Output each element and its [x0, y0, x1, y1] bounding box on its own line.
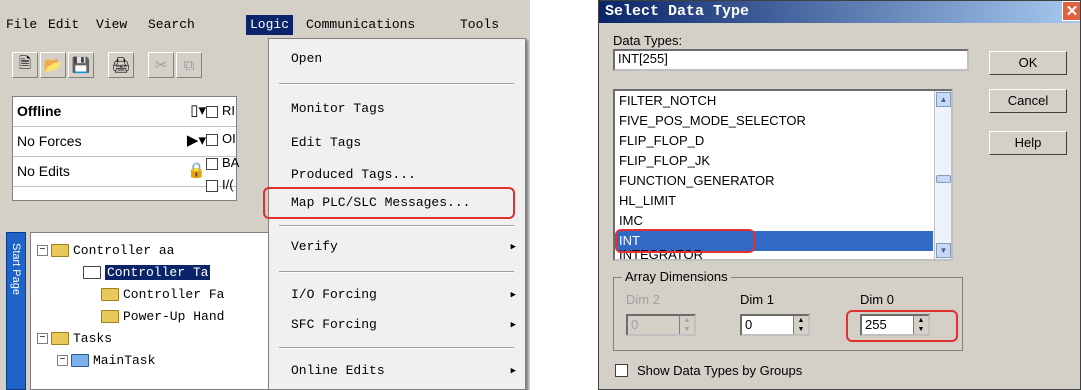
new-file-icon[interactable]: 🗎	[12, 52, 38, 78]
task-icon	[71, 354, 89, 368]
status-mode-row[interactable]: Offline ▯▾	[13, 97, 236, 127]
submenu-arrow-icon: ▶	[510, 290, 516, 300]
menu-online-edits[interactable]: Online Edits ▶	[291, 359, 516, 383]
tree-item-main-task[interactable]: − MainTask	[57, 351, 155, 371]
tree-item-controller-fault[interactable]: Controller Fa	[101, 285, 224, 305]
submenu-arrow-icon: ▶	[510, 242, 516, 252]
status-forces-row[interactable]: No Forces ▶▾	[13, 127, 236, 157]
list-scrollbar[interactable]: ▲ ▼	[934, 91, 951, 259]
menu-logic[interactable]: Logic	[246, 15, 294, 35]
start-page-label: Start Page	[10, 243, 22, 295]
menu-edit-tags[interactable]: Edit Tags	[291, 131, 361, 155]
ok-button[interactable]: OK	[989, 51, 1067, 75]
collapse-icon[interactable]: −	[57, 355, 68, 367]
rslogix-window: File Edit View Search Logic Communicatio…	[0, 0, 530, 390]
menu-open[interactable]: Open	[291, 47, 322, 71]
highlight-annotation	[615, 229, 755, 253]
select-data-type-dialog: Select Data Type ✕ Data Types: INT[255] …	[598, 0, 1081, 390]
help-button[interactable]: Help	[989, 131, 1067, 155]
spin-arrows-icon: ▲ ▼	[679, 316, 694, 334]
list-item[interactable]: IMC	[617, 211, 933, 231]
folder-icon	[51, 244, 69, 258]
menu-separator	[279, 83, 514, 85]
menu-search[interactable]: Search	[144, 15, 199, 35]
array-dimensions-title: Array Dimensions	[622, 269, 731, 284]
scroll-down-icon[interactable]: ▼	[936, 243, 951, 258]
tag-edit-icon	[83, 266, 101, 280]
menu-bar: File Edit View Search Logic Communicatio…	[0, 14, 530, 36]
list-item[interactable]: HL_LIMIT	[617, 191, 933, 211]
submenu-arrow-icon: ▶	[510, 366, 516, 376]
list-item[interactable]: FIVE_POS_MODE_SELECTOR	[617, 111, 933, 131]
toolbar: 🗎 📂 💾 🖨 ✂ ⧉	[12, 46, 237, 86]
list-item[interactable]: FLIP_FLOP_JK	[617, 151, 933, 171]
close-icon[interactable]: ✕	[1062, 1, 1080, 21]
highlight-annotation	[846, 310, 958, 342]
tree-item-tasks[interactable]: − Tasks	[37, 329, 112, 349]
menu-separator	[279, 271, 514, 273]
status-edits: No Edits	[17, 163, 70, 179]
lock-icon: 🔒	[187, 162, 206, 179]
list-item[interactable]: FILTER_NOTCH	[617, 91, 933, 111]
menu-view[interactable]: View	[92, 15, 131, 35]
dim1-label: Dim 1	[740, 292, 774, 307]
save-icon[interactable]: 💾	[68, 52, 94, 78]
logic-dropdown-menu: Open Monitor Tags Edit Tags Produced Tag…	[263, 38, 526, 390]
status-edits-row[interactable]: No Edits 🔒	[13, 157, 236, 187]
cancel-button[interactable]: Cancel	[989, 89, 1067, 113]
tree-item-controller-tags[interactable]: Controller Ta	[83, 263, 211, 283]
spin-arrows-icon[interactable]: ▲ ▼	[793, 316, 808, 334]
menu-monitor-tags[interactable]: Monitor Tags	[291, 97, 385, 121]
menu-separator	[279, 225, 514, 227]
open-folder-icon[interactable]: 📂	[40, 52, 66, 78]
print-icon[interactable]: 🖨	[108, 52, 134, 78]
tree-item-controller[interactable]: − Controller aa	[37, 241, 174, 261]
mode-dropdown-icon[interactable]: ▯▾	[190, 101, 206, 119]
status-forces: No Forces	[17, 133, 82, 149]
collapse-icon[interactable]: −	[37, 333, 48, 345]
controller-status-panel: Offline ▯▾ No Forces ▶▾ No Edits 🔒	[12, 96, 237, 201]
tree-item-power-up[interactable]: Power-Up Hand	[101, 307, 224, 327]
dialog-title: Select Data Type	[605, 3, 750, 20]
collapse-icon[interactable]: −	[37, 245, 48, 257]
scroll-thumb[interactable]	[936, 175, 951, 183]
show-groups-label: Show Data Types by Groups	[637, 363, 803, 378]
array-dimensions-group: Array Dimensions Dim 2 0 ▲ ▼ Dim 1 0 ▲ ▼ D…	[613, 269, 963, 351]
highlight-annotation	[263, 187, 515, 219]
menu-io-forcing[interactable]: I/O Forcing ▶	[291, 283, 516, 307]
data-type-input[interactable]: INT[255]	[613, 49, 969, 71]
menu-verify[interactable]: Verify ▶	[291, 235, 516, 259]
submenu-arrow-icon: ▶	[510, 320, 516, 330]
start-page-tab[interactable]: Start Page	[6, 232, 26, 390]
menu-communications[interactable]: Communications	[302, 15, 419, 35]
menu-tools[interactable]: Tools	[456, 15, 503, 35]
folder-icon	[101, 288, 119, 302]
menu-sfc-forcing[interactable]: SFC Forcing ▶	[291, 313, 516, 337]
data-types-label: Data Types:	[613, 33, 683, 48]
dim2-label: Dim 2	[626, 292, 660, 307]
list-item[interactable]: FUNCTION_GENERATOR	[617, 171, 933, 191]
show-groups-checkbox[interactable]: Show Data Types by Groups	[615, 363, 875, 379]
scroll-up-icon[interactable]: ▲	[936, 92, 951, 107]
copy-icon[interactable]: ⧉	[176, 52, 202, 78]
forces-dropdown-icon[interactable]: ▶▾	[187, 131, 206, 149]
menu-file[interactable]: File	[2, 15, 41, 35]
folder-icon	[51, 332, 69, 346]
list-item[interactable]: FLIP_FLOP_D	[617, 131, 933, 151]
status-mode: Offline	[17, 103, 62, 119]
menu-produced-tags[interactable]: Produced Tags...	[291, 163, 416, 187]
dialog-title-bar: Select Data Type ✕	[599, 1, 1080, 23]
folder-icon	[101, 310, 119, 324]
controller-organizer-tree: − Controller aa Controller Ta Controller …	[30, 232, 290, 390]
dim2-stepper: 0 ▲ ▼	[626, 314, 696, 336]
menu-edit[interactable]: Edit	[44, 15, 83, 35]
checkbox-box[interactable]	[615, 364, 628, 377]
dim1-stepper[interactable]: 0 ▲ ▼	[740, 314, 810, 336]
cut-icon[interactable]: ✂	[148, 52, 174, 78]
menu-separator	[279, 347, 514, 349]
dim0-label: Dim 0	[860, 292, 894, 307]
